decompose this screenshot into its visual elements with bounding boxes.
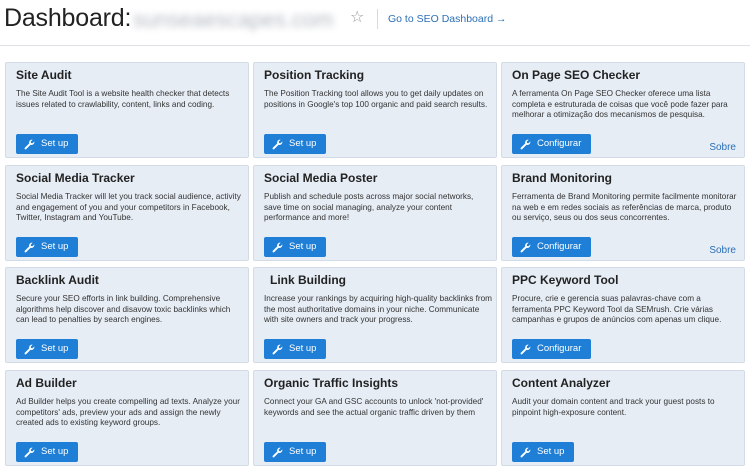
- button-label: Configurar: [537, 343, 582, 354]
- wrench-icon: [24, 139, 35, 149]
- button-label: Set up: [41, 138, 69, 149]
- card-description: Secure your SEO efforts in link building…: [16, 294, 231, 324]
- card-position-tracking: Position Tracking The Position Tracking …: [253, 62, 497, 158]
- card-description: Audit your domain content and track your…: [512, 397, 715, 417]
- card-description: Publish and schedule posts across major …: [264, 192, 474, 222]
- card-title: Organic Traffic Insights: [264, 376, 399, 390]
- button-label: Configurar: [537, 241, 582, 252]
- card-description: Ad Builder helps you create compelling a…: [16, 397, 240, 427]
- card-description: Increase your rankings by acquiring high…: [264, 294, 492, 324]
- wrench-icon: [520, 139, 531, 149]
- card-ppc-keyword-tool: PPC Keyword Tool Procure, crie e gerenci…: [501, 267, 745, 363]
- card-ad-builder: Ad Builder Ad Builder helps you create c…: [5, 370, 249, 466]
- organic-traffic-setup-button[interactable]: Set up: [264, 442, 327, 462]
- card-title: PPC Keyword Tool: [512, 273, 619, 287]
- card-title: Backlink Audit: [16, 273, 99, 287]
- wrench-icon: [520, 447, 531, 457]
- wrench-icon: [520, 344, 531, 354]
- card-organic-traffic-insights: Organic Traffic Insights Connect your GA…: [253, 370, 497, 466]
- button-label: Set up: [289, 138, 317, 149]
- wrench-icon: [24, 344, 35, 354]
- card-brand-monitoring: Brand Monitoring Ferramenta de Brand Mon…: [501, 165, 745, 261]
- card-title: Content Analyzer: [512, 376, 611, 390]
- dashboard-header: Dashboard: sunseaescapes.com ☆ Go to SEO…: [0, 0, 750, 46]
- card-title: On Page SEO Checker: [512, 68, 641, 82]
- card-title: Link Building: [270, 273, 346, 287]
- card-title: Social Media Poster: [264, 171, 378, 185]
- card-title: Brand Monitoring: [512, 171, 612, 185]
- wrench-icon: [520, 242, 531, 252]
- card-content-analyzer: Content Analyzer Audit your domain conte…: [501, 370, 745, 466]
- ppc-keyword-configure-button[interactable]: Configurar: [512, 339, 592, 359]
- star-icon[interactable]: ☆: [350, 8, 364, 28]
- card-social-media-poster: Social Media Poster Publish and schedule…: [253, 165, 497, 261]
- wrench-icon: [24, 447, 35, 457]
- wrench-icon: [272, 242, 283, 252]
- button-label: Set up: [289, 241, 317, 252]
- card-title: Site Audit: [16, 68, 72, 82]
- backlink-audit-setup-button[interactable]: Set up: [16, 339, 79, 359]
- project-domain: sunseaescapes.com: [133, 7, 334, 32]
- card-description: A ferramenta On Page SEO Checker oferece…: [512, 89, 728, 119]
- card-backlink-audit: Backlink Audit Secure your SEO efforts i…: [5, 267, 249, 363]
- card-title: Position Tracking: [264, 68, 365, 82]
- button-label: Set up: [41, 241, 69, 252]
- card-description: Ferramenta de Brand Monitoring permite f…: [512, 192, 737, 222]
- button-label: Set up: [537, 446, 565, 457]
- page-title: Dashboard:: [4, 4, 132, 32]
- social-media-poster-setup-button[interactable]: Set up: [264, 237, 327, 257]
- wrench-icon: [272, 447, 283, 457]
- button-label: Configurar: [537, 138, 582, 149]
- go-to-seo-dashboard-link[interactable]: Go to SEO Dashboard →: [388, 13, 506, 26]
- wrench-icon: [24, 242, 35, 252]
- ad-builder-setup-button[interactable]: Set up: [16, 442, 79, 462]
- about-link[interactable]: Sobre: [709, 142, 736, 154]
- card-title: Ad Builder: [16, 376, 77, 390]
- card-link-building: Link Building Increase your rankings by …: [253, 267, 497, 363]
- on-page-seo-configure-button[interactable]: Configurar: [512, 134, 592, 154]
- link-building-setup-button[interactable]: Set up: [264, 339, 327, 359]
- card-title: Social Media Tracker: [16, 171, 135, 185]
- social-media-tracker-setup-button[interactable]: Set up: [16, 237, 79, 257]
- card-description: Connect your GA and GSC accounts to unlo…: [264, 397, 484, 417]
- about-link[interactable]: Sobre: [709, 245, 736, 257]
- card-description: Procure, crie e gerencia suas palavras-c…: [512, 294, 722, 324]
- button-label: Set up: [289, 343, 317, 354]
- position-tracking-setup-button[interactable]: Set up: [264, 134, 327, 154]
- content-analyzer-setup-button[interactable]: Set up: [512, 442, 575, 462]
- button-label: Set up: [289, 446, 317, 457]
- brand-monitoring-configure-button[interactable]: Configurar: [512, 237, 592, 257]
- card-social-media-tracker: Social Media Tracker Social Media Tracke…: [5, 165, 249, 261]
- card-description: Social Media Tracker will let you track …: [16, 192, 241, 222]
- card-on-page-seo-checker: On Page SEO Checker A ferramenta On Page…: [501, 62, 745, 158]
- button-label: Set up: [41, 446, 69, 457]
- wrench-icon: [272, 344, 283, 354]
- wrench-icon: [272, 139, 283, 149]
- header-divider: [377, 9, 378, 29]
- card-description: The Site Audit Tool is a website health …: [16, 89, 230, 109]
- card-description: The Position Tracking tool allows you to…: [264, 89, 488, 109]
- button-label: Set up: [41, 343, 69, 354]
- card-site-audit: Site Audit The Site Audit Tool is a webs…: [5, 62, 249, 158]
- site-audit-setup-button[interactable]: Set up: [16, 134, 79, 154]
